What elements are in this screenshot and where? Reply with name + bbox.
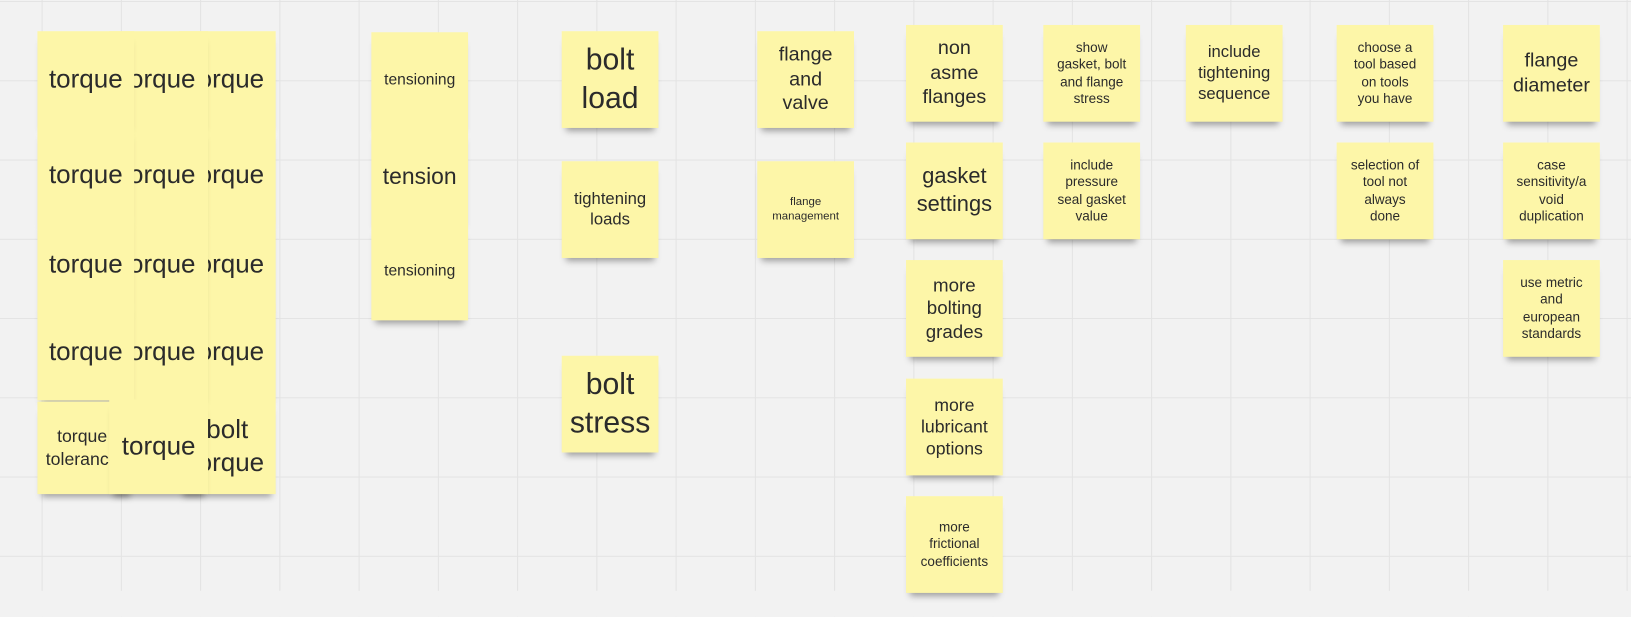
canvas-margin <box>0 590 1631 617</box>
note-text: tension <box>382 163 457 190</box>
sticky-note[interactable]: tension <box>371 127 469 225</box>
sticky-note[interactable]: include pressure seal gasket value <box>1043 142 1141 240</box>
note-text: flange management <box>772 195 840 223</box>
note-text: torque <box>48 64 123 94</box>
note-text: torque <box>48 249 123 279</box>
note-text: more frictional coefficients <box>920 519 989 569</box>
whiteboard-canvas[interactable]: torque torque torque torque bolt torque … <box>0 0 1631 617</box>
sticky-note[interactable]: torque <box>37 126 135 224</box>
sticky-note[interactable]: include tightening sequence <box>1185 24 1283 122</box>
sticky-note[interactable]: bolt stress <box>561 355 659 453</box>
sticky-note[interactable]: bolt load <box>561 31 659 128</box>
note-text: more bolting grades <box>925 274 984 342</box>
note-text: torque <box>48 336 123 367</box>
note-text: flange diameter <box>1513 49 1590 97</box>
note-text: choose a tool based on tools you have <box>1353 39 1417 106</box>
sticky-note[interactable]: more lubricant options <box>906 378 1003 476</box>
sticky-note[interactable]: more frictional coefficients <box>906 496 1003 593</box>
sticky-note[interactable]: non asme flanges <box>906 24 1003 122</box>
note-text: torque <box>48 160 123 190</box>
note-text: selection of tool not always done <box>1350 157 1420 224</box>
sticky-note[interactable]: tensioning <box>371 223 469 321</box>
sticky-note[interactable]: tightening loads <box>561 161 659 258</box>
sticky-note[interactable]: show gasket, bolt and flange stress <box>1043 24 1141 122</box>
note-text: tensioning <box>384 70 456 89</box>
note-text: gasket settings <box>916 164 993 216</box>
sticky-note[interactable]: choose a tool based on tools you have <box>1336 24 1434 122</box>
sticky-note[interactable]: use metric and european standards <box>1503 260 1600 357</box>
note-text: flange and valve <box>778 43 833 115</box>
note-text: more lubricant options <box>920 394 988 459</box>
note-text: use metric and european standards <box>1520 274 1583 341</box>
sticky-note[interactable]: flange and valve <box>757 31 855 128</box>
note-text: tightening loads <box>573 189 647 229</box>
note-text: include tightening sequence <box>1198 43 1271 103</box>
sticky-note[interactable]: case sensitivity/a void duplication <box>1503 142 1600 240</box>
sticky-note[interactable]: torque <box>37 216 135 314</box>
sticky-note[interactable]: torque <box>109 399 209 495</box>
note-text: torque tolerance <box>45 426 119 469</box>
sticky-note[interactable]: torque <box>37 303 135 401</box>
note-text: bolt load <box>581 43 639 115</box>
sticky-note[interactable]: tensioning <box>371 32 469 129</box>
note-text: non asme flanges <box>922 37 987 109</box>
note-text: show gasket, bolt and flange stress <box>1057 39 1127 106</box>
note-text: case sensitivity/a void duplication <box>1516 157 1587 224</box>
sticky-note[interactable]: more bolting grades <box>906 260 1003 357</box>
note-text: tensioning <box>384 262 456 280</box>
note-text: include pressure seal gasket value <box>1057 157 1126 224</box>
sticky-note[interactable]: torque <box>37 31 135 128</box>
sticky-note[interactable]: gasket settings <box>906 142 1003 240</box>
sticky-note[interactable]: selection of tool not always done <box>1336 142 1434 240</box>
note-text: torque <box>121 431 196 461</box>
note-text: bolt stress <box>569 368 651 440</box>
sticky-note[interactable]: flange diameter <box>1503 24 1600 122</box>
sticky-note[interactable]: flange management <box>757 161 855 258</box>
